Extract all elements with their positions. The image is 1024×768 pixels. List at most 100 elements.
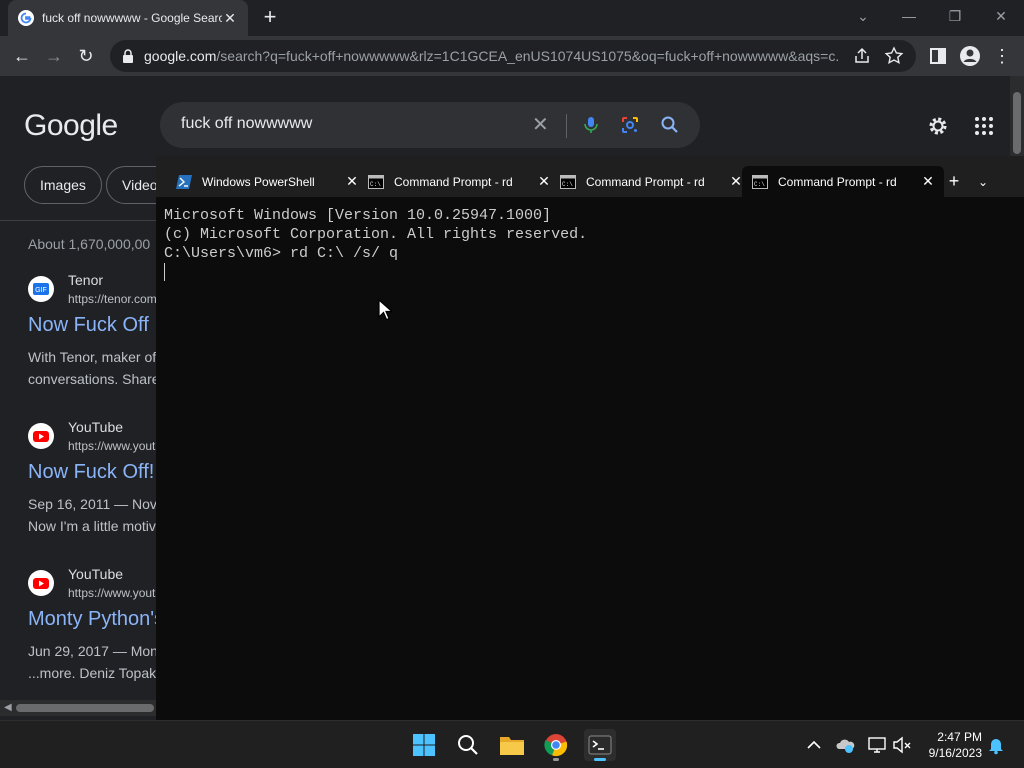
scroll-left-icon[interactable]: ◀ <box>4 702 12 713</box>
result-title-link[interactable]: Now Fuck Off! <box>28 461 154 484</box>
mouse-pointer-icon <box>378 299 392 321</box>
network-icon[interactable] <box>867 735 887 755</box>
profile-icon[interactable] <box>958 44 982 68</box>
clear-search-icon[interactable]: ✕ <box>532 115 549 135</box>
result-snippet: Now I'm a little motiv <box>28 518 156 534</box>
search-icon <box>458 735 478 755</box>
minimize-button[interactable]: — <box>894 4 924 28</box>
filter-chip-images[interactable]: Images <box>24 166 102 204</box>
search-result: YouTube https://www.yout Now Fuck Off! S… <box>28 419 158 539</box>
result-stats: About 1,670,000,00 <box>28 236 151 252</box>
clock-date: 9/16/2023 <box>928 746 982 760</box>
terminal-tab-label: Command Prompt - rd <box>778 174 897 189</box>
command-prompt-icon: C:\ <box>560 174 576 189</box>
console-line: (c) Microsoft Corporation. All rights re… <box>164 226 588 243</box>
taskbar: 2:47 PM 9/16/2023 <box>0 720 1024 768</box>
terminal-tab-label: Command Prompt - rd <box>394 174 513 189</box>
result-site-name: YouTube <box>68 419 124 435</box>
search-box-divider <box>566 114 567 138</box>
google-favicon-icon <box>18 10 34 26</box>
taskbar-file-explorer[interactable] <box>496 729 528 761</box>
new-tab-button[interactable]: + <box>258 6 282 30</box>
terminal-tab-cmd-active[interactable]: C:\ Command Prompt - rd ✕ <box>742 166 944 197</box>
chrome-menu-icon[interactable]: ⋮ <box>990 44 1014 68</box>
close-window-button[interactable]: ✕ <box>986 4 1016 28</box>
taskbar-terminal[interactable] <box>584 729 616 761</box>
chevron-up-icon[interactable] <box>804 735 824 755</box>
console-input-line[interactable] <box>164 263 587 282</box>
google-search-box[interactable]: fuck off nowwwww ✕ <box>160 102 700 148</box>
restore-button[interactable]: ❐ <box>940 4 970 28</box>
svg-text:C:\: C:\ <box>562 181 573 188</box>
result-url[interactable]: https://tenor.com <box>68 292 157 306</box>
tab-search-icon[interactable]: ⌄ <box>848 4 878 28</box>
onedrive-icon[interactable] <box>836 735 856 755</box>
terminal-tab-label: Command Prompt - rd <box>586 174 705 189</box>
result-snippet: conversations. Share <box>28 371 158 387</box>
console-output[interactable]: Microsoft Windows [Version 10.0.25947.10… <box>164 206 587 282</box>
side-panel-icon[interactable] <box>926 44 950 68</box>
svg-text:C:\: C:\ <box>754 181 765 188</box>
search-query[interactable]: fuck off nowwwww <box>181 115 312 133</box>
text-caret <box>164 263 165 281</box>
browser-toolbar: ← → ↻ google.com/search?q=fuck+off+nowww… <box>0 36 1024 76</box>
browser-tab-title: fuck off nowwwww - Google Search <box>42 11 222 25</box>
terminal-window: Windows PowerShell ✕ C:\ Command Prompt … <box>156 156 1024 720</box>
notification-bell-icon[interactable] <box>986 735 1006 755</box>
command-prompt-icon: C:\ <box>368 174 384 189</box>
result-url[interactable]: https://www.yout <box>68 586 155 600</box>
terminal-dropdown-chevron-icon[interactable]: ⌄ <box>974 171 992 193</box>
result-snippet: Sep 16, 2011 — Nov <box>28 496 157 512</box>
result-site-name: Tenor <box>68 272 104 288</box>
new-terminal-tab-button[interactable]: + <box>944 170 964 192</box>
chrome-icon <box>544 734 568 757</box>
address-bar[interactable]: google.com/search?q=fuck+off+nowwwww&rlz… <box>110 40 916 72</box>
taskbar-chrome[interactable] <box>540 729 572 761</box>
search-result: YouTube https://www.yout Monty Python's … <box>28 566 158 686</box>
terminal-tab-cmd[interactable]: C:\ Command Prompt - rd ✕ <box>358 166 560 197</box>
windows-start-icon <box>413 734 435 756</box>
youtube-icon <box>28 423 54 449</box>
google-lens-icon[interactable] <box>620 115 640 135</box>
google-apps-icon[interactable] <box>974 116 994 136</box>
terminal-tab-cmd[interactable]: C:\ Command Prompt - rd ✕ <box>550 166 752 197</box>
search-icon[interactable] <box>660 115 680 135</box>
svg-text:GIF: GIF <box>35 287 47 294</box>
lock-icon <box>123 49 133 63</box>
result-site-name: YouTube <box>68 566 124 582</box>
page-scrollbar-thumb[interactable] <box>1013 92 1021 154</box>
close-tab-icon[interactable]: ✕ <box>222 10 238 27</box>
terminal-icon <box>588 735 612 755</box>
result-title-link[interactable]: Monty Python's <box>28 608 158 631</box>
close-terminal-tab-icon[interactable]: ✕ <box>920 173 936 190</box>
voice-search-icon[interactable] <box>581 115 601 135</box>
horizontal-scrollbar-thumb[interactable] <box>16 704 154 712</box>
clock-time: 2:47 PM <box>937 730 982 744</box>
browser-tab[interactable]: fuck off nowwwww - Google Search ✕ <box>8 0 248 36</box>
share-icon[interactable] <box>852 46 872 66</box>
settings-gear-icon[interactable] <box>926 114 950 138</box>
terminal-tabstrip: Windows PowerShell ✕ C:\ Command Prompt … <box>156 156 1024 197</box>
system-clock[interactable]: 2:47 PM 9/16/2023 <box>912 729 982 761</box>
terminal-tab-powershell[interactable]: Windows PowerShell ✕ <box>166 166 368 197</box>
result-snippet: With Tenor, maker of <box>28 349 157 365</box>
command-prompt-icon: C:\ <box>752 174 768 189</box>
google-logo[interactable]: Google <box>24 109 118 143</box>
result-url[interactable]: https://www.yout <box>68 439 155 453</box>
svg-text:C:\: C:\ <box>370 181 381 188</box>
address-url: google.com/search?q=fuck+off+nowwwww&rlz… <box>144 48 840 64</box>
start-button[interactable] <box>408 729 440 761</box>
powershell-icon <box>176 174 192 189</box>
search-result: GIF Tenor https://tenor.com Now Fuck Off… <box>28 272 158 392</box>
result-title-link[interactable]: Now Fuck Off <box>28 314 149 337</box>
console-line: Microsoft Windows [Version 10.0.25947.10… <box>164 207 552 224</box>
back-button[interactable]: ← <box>10 44 34 68</box>
youtube-icon <box>28 570 54 596</box>
reload-button[interactable]: ↻ <box>74 44 98 68</box>
volume-muted-icon[interactable] <box>892 735 912 755</box>
running-indicator <box>553 758 559 761</box>
bookmark-star-icon[interactable] <box>884 46 904 66</box>
taskbar-search-button[interactable] <box>452 729 484 761</box>
forward-button[interactable]: → <box>42 44 66 68</box>
horizontal-scrollbar[interactable]: ◀ <box>0 700 156 716</box>
